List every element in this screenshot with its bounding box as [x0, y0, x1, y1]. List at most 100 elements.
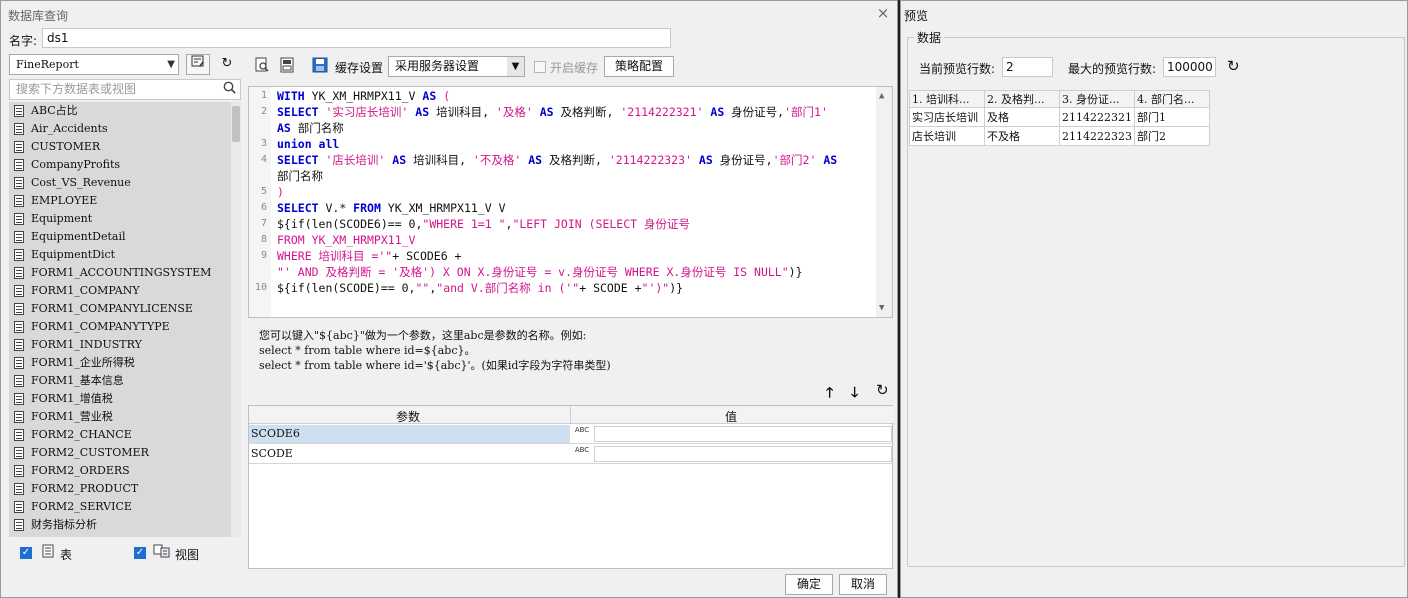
close-icon[interactable]: ×	[873, 3, 893, 23]
table-icon	[14, 519, 24, 531]
cache-settings-icon	[311, 57, 329, 75]
table-row[interactable]: SCODE ABC	[249, 445, 894, 464]
data-group-title: 数据	[914, 29, 945, 46]
table-name: Air_Accidents	[31, 122, 108, 135]
hint-line: select * from table where id=${abc}。	[259, 344, 476, 357]
list-item[interactable]: EquipmentDict	[9, 246, 241, 264]
list-item[interactable]: FORM1_企业所得税	[9, 354, 241, 372]
list-item[interactable]: CUSTOMER	[9, 138, 241, 156]
param-type-icon[interactable]: ABC	[570, 445, 594, 463]
table-name: FORM1_COMPANY	[31, 284, 140, 297]
table-icon	[14, 159, 24, 171]
table-name: FORM1_COMPANYLICENSE	[31, 302, 193, 315]
table-search-input[interactable]: 搜索下方数据表或视图	[9, 79, 241, 100]
preview-icon[interactable]	[253, 57, 271, 75]
current-rows-input[interactable]: 2	[1002, 57, 1053, 77]
cell: 店长培训	[909, 126, 985, 146]
hint-line: select * from table where id='${abc}'。(如…	[259, 359, 611, 372]
table-browser: FineReport ▼ ↻ 搜索下方数据表或视图 ABC占比 Air_Accid…	[9, 52, 241, 538]
table-row[interactable]: 实习店长培训 及格 2114222321 部门1	[909, 107, 1210, 127]
scroll-down-icon[interactable]: ▼	[879, 303, 884, 313]
line-number: 5	[260, 186, 267, 197]
ok-button[interactable]: 确定	[785, 574, 833, 595]
list-item[interactable]: FORM2_CHANCE	[9, 426, 241, 444]
move-up-icon[interactable]: 🡑	[826, 382, 833, 406]
table-name: FORM1_企业所得税	[31, 356, 135, 369]
list-item[interactable]: FORM1_基本信息	[9, 372, 241, 390]
param-value-input[interactable]	[594, 446, 892, 462]
max-rows-input[interactable]: 100000	[1163, 57, 1216, 77]
table-icon	[14, 177, 24, 189]
column-header[interactable]: 2. 及格判...	[984, 90, 1060, 108]
name-input[interactable]: ds1	[42, 28, 671, 48]
list-item[interactable]: FORM2_SERVICE	[9, 498, 241, 516]
list-item[interactable]: 财务指标分析	[9, 516, 241, 534]
table-name: FORM2_CUSTOMER	[31, 446, 149, 459]
table-row[interactable]: 店长培训 不及格 2114222323 部门2	[909, 126, 1210, 146]
table-name: FORM1_INDUSTRY	[31, 338, 142, 351]
list-item[interactable]: Equipment	[9, 210, 241, 228]
list-item[interactable]: FORM1_COMPANY	[9, 282, 241, 300]
list-item[interactable]: FORM1_ACCOUNTINGSYSTEM	[9, 264, 241, 282]
view-icon	[153, 544, 171, 562]
column-header-value: 值	[725, 410, 738, 424]
table-icon	[14, 483, 24, 495]
refresh-preview-icon[interactable]: ↻	[1227, 57, 1240, 75]
scroll-up-icon[interactable]: ▲	[879, 91, 884, 101]
list-item[interactable]: FORM1_COMPANYTYPE	[9, 318, 241, 336]
list-item[interactable]: FORM1_增值税	[9, 390, 241, 408]
connection-select[interactable]: FineReport ▼	[9, 54, 179, 75]
policy-config-button[interactable]: 策略配置	[604, 56, 674, 77]
cache-mode-select[interactable]: 采用服务器设置 ▼	[388, 56, 525, 77]
table-icon	[14, 285, 24, 297]
cancel-button[interactable]: 取消	[839, 574, 887, 595]
line-number: 9	[260, 250, 267, 261]
sql-file-icon[interactable]	[278, 57, 296, 75]
scroll-thumb[interactable]	[232, 106, 240, 142]
cell: 2114222323	[1059, 126, 1135, 146]
refresh-icon[interactable]: ↻	[215, 54, 239, 75]
table-icon	[14, 339, 24, 351]
list-item[interactable]: EquipmentDetail	[9, 228, 241, 246]
table-checkbox-label: 表	[60, 548, 73, 562]
line-number: 10	[254, 282, 267, 293]
editor-toolbar: 缓存设置 采用服务器设置 ▼ 开启缓存 策略配置	[247, 54, 893, 80]
database-query-dialog: 数据库查询 × 名字: ds1 FineReport ▼ ↻ 搜索下方数据表或视…	[0, 0, 898, 598]
table-name: FORM2_PRODUCT	[31, 482, 139, 495]
list-item[interactable]: Cost_VS_Revenue	[9, 174, 241, 192]
code-line: )	[277, 185, 284, 199]
list-item[interactable]: FORM2_PRODUCT	[9, 480, 241, 498]
view-checkbox[interactable]: ✓	[134, 547, 146, 559]
list-item[interactable]: FORM1_INDUSTRY	[9, 336, 241, 354]
edit-connection-icon[interactable]	[186, 54, 210, 75]
list-item[interactable]: Air_Accidents	[9, 120, 241, 138]
param-value-input[interactable]	[594, 426, 892, 442]
param-type-icon[interactable]: ABC	[570, 425, 594, 443]
list-item[interactable]: ABC占比	[9, 102, 241, 120]
list-item[interactable]: CompanyProfits	[9, 156, 241, 174]
refresh-params-icon[interactable]: ↻	[876, 381, 889, 399]
column-header[interactable]: 3. 身份证...	[1059, 90, 1135, 108]
column-header[interactable]: 1. 培训科...	[909, 90, 985, 108]
table-icon	[14, 267, 24, 279]
list-item[interactable]: FORM2_CUSTOMER	[9, 444, 241, 462]
preview-table: 1. 培训科... 2. 及格判... 3. 身份证... 4. 部门名... …	[909, 90, 1210, 146]
list-scrollbar[interactable]	[231, 102, 241, 537]
search-icon	[223, 81, 236, 100]
move-down-icon[interactable]: 🡓	[851, 382, 858, 406]
list-item[interactable]: FORM1_COMPANYLICENSE	[9, 300, 241, 318]
enable-cache-checkbox[interactable]	[534, 61, 546, 73]
list-item[interactable]: FORM1_营业税	[9, 408, 241, 426]
cell: 部门1	[1134, 107, 1210, 127]
table-checkbox[interactable]: ✓	[20, 547, 32, 559]
column-header[interactable]: 4. 部门名...	[1134, 90, 1210, 108]
search-placeholder: 搜索下方数据表或视图	[16, 82, 137, 96]
dialog-title: 数据库查询	[8, 9, 69, 23]
list-item[interactable]: FORM2_ORDERS	[9, 462, 241, 480]
list-item[interactable]: EMPLOYEE	[9, 192, 241, 210]
editor-scrollbar[interactable]: ▲ ▼	[876, 87, 892, 317]
preview-title: 预览	[904, 9, 929, 23]
code-line: WHERE 培训科目 ='"+ SCODE6 +	[277, 249, 462, 263]
table-row[interactable]: SCODE6 ABC	[249, 425, 894, 444]
sql-editor[interactable]: 1 WITH YK_XM_HRMPX11_V AS ( 2 SELECT '实习…	[248, 86, 893, 318]
